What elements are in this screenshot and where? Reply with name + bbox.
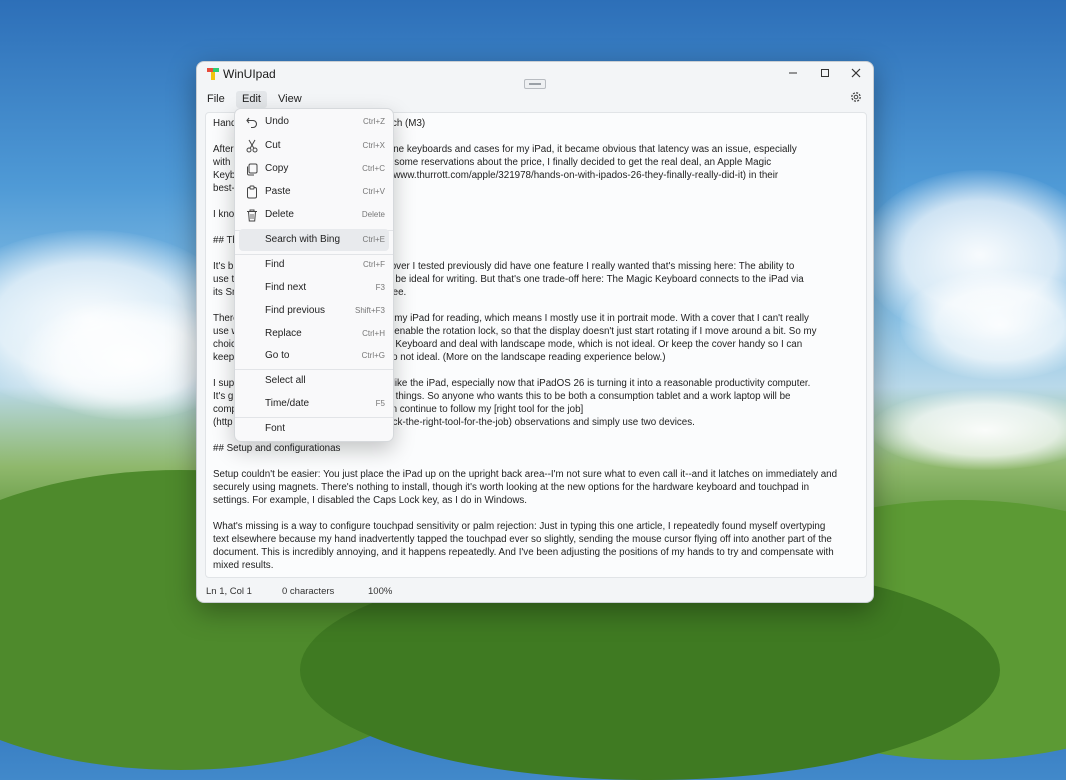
status-bar: Ln 1, Col 1 0 characters 100% (197, 582, 873, 602)
menu-item-shortcut: Ctrl+V (362, 187, 385, 196)
menu-item-label: Paste (265, 186, 291, 197)
menu-item-shortcut: Ctrl+C (362, 164, 385, 173)
menu-item-find-previous[interactable]: Find previous Shift+F3 (239, 300, 389, 322)
menu-bar: File Edit View (197, 88, 873, 110)
close-icon (851, 68, 861, 78)
paragraph: What's missing is a way to configure tou… (213, 521, 834, 571)
menu-item-label: Find previous (265, 305, 326, 316)
menu-item-label: Go to (265, 350, 290, 361)
app-logo-icon (207, 68, 219, 80)
menu-item-label: Select all (265, 375, 306, 386)
window-title: WinUIpad (223, 67, 276, 81)
menu-item-shortcut: Shift+F3 (354, 306, 385, 315)
paragraph: ## Setup and configurationas (213, 443, 341, 454)
paragraph: Setup couldn't be easier: You just place… (213, 469, 838, 506)
menu-item-replace[interactable]: Replace Ctrl+H (239, 323, 389, 345)
menu-item-copy[interactable]: Copy Ctrl+C (239, 158, 389, 180)
menu-item-time-date[interactable]: Time/date F5 (239, 393, 389, 415)
cursor-position: Ln 1, Col 1 (206, 586, 252, 597)
menu-item-cut[interactable]: Cut Ctrl+X (239, 135, 389, 157)
menu-item-paste[interactable]: Paste Ctrl+V (239, 181, 389, 203)
menu-item-shortcut: Ctrl+X (362, 141, 385, 150)
close-button[interactable] (840, 62, 872, 84)
menu-item-shortcut: Ctrl+E (362, 235, 385, 244)
menu-item-find[interactable]: Find Ctrl+F (239, 254, 389, 276)
maximize-icon (821, 69, 829, 77)
menu-item-shortcut: Ctrl+Z (363, 117, 385, 126)
minimize-button[interactable] (777, 62, 809, 84)
title-bar[interactable]: WinUIpad (197, 62, 873, 89)
menu-item-undo[interactable]: Undo Ctrl+Z (239, 111, 389, 133)
menu-item-shortcut: F3 (375, 283, 385, 292)
menu-item-find-next[interactable]: Find next F3 (239, 277, 389, 299)
zoom-level: 100% (368, 586, 393, 597)
menu-item-label: Cut (265, 140, 281, 151)
menu-item-label: Delete (265, 209, 294, 220)
menu-item-label: Search with Bing (265, 234, 341, 245)
menu-item-label: Time/date (265, 398, 310, 409)
menu-item-label: Copy (265, 163, 289, 174)
menu-item-label: Find (265, 259, 285, 270)
menu-item-search-with-bing[interactable]: Search with Bing Ctrl+E (239, 229, 389, 251)
menu-item-shortcut: Ctrl+H (362, 329, 385, 338)
menu-item-shortcut: F5 (375, 399, 385, 408)
menu-item-shortcut: Ctrl+F (363, 260, 385, 269)
minimize-icon (789, 72, 797, 74)
paste-icon (247, 185, 257, 199)
undo-icon (246, 117, 258, 129)
menu-item-delete[interactable]: Delete Delete (239, 204, 389, 226)
character-count: 0 characters (282, 586, 335, 597)
menu-item-label: Replace (265, 328, 302, 339)
menu-view[interactable]: View (272, 91, 308, 108)
edit-menu-dropdown: Undo Ctrl+Z Cut Ctrl+X Copy Ctrl+C Paste… (234, 108, 394, 442)
menu-item-shortcut: Delete (361, 210, 385, 219)
copy-icon (247, 163, 258, 176)
gear-icon[interactable] (849, 90, 863, 104)
menu-item-font[interactable]: Font (239, 418, 389, 440)
menu-item-select-all[interactable]: Select all (239, 370, 389, 392)
menu-edit[interactable]: Edit (236, 91, 267, 108)
menu-item-label: Undo (265, 116, 289, 127)
scissors-icon (246, 139, 258, 153)
menu-item-go-to[interactable]: Go to Ctrl+G (239, 345, 389, 367)
menu-file[interactable]: File (201, 91, 231, 108)
menu-item-label: Font (265, 423, 286, 434)
menu-item-shortcut: Ctrl+G (361, 351, 385, 360)
maximize-button[interactable] (809, 62, 841, 84)
trash-icon (247, 209, 257, 222)
menu-item-label: Find next (265, 282, 307, 293)
